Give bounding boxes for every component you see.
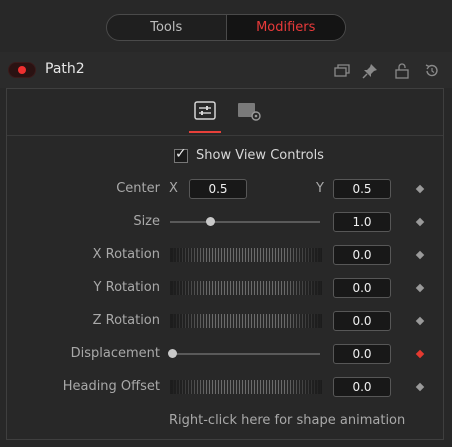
- tab-tools[interactable]: Tools: [107, 15, 227, 40]
- y-rotation-label: Y Rotation: [93, 280, 160, 295]
- size-keyframe-diamond[interactable]: [415, 217, 425, 227]
- inspector-tab-strip: Tools Modifiers: [106, 14, 346, 41]
- heading-offset-thumbwheel[interactable]: [170, 380, 322, 394]
- center-x-field[interactable]: 0.5: [189, 179, 247, 199]
- lock-icon[interactable]: [393, 62, 411, 80]
- node-name: Path2: [45, 61, 85, 77]
- controls-panel: Show View Controls Center X 0.5 Y 0.5 Si…: [6, 88, 444, 440]
- z-rotation-field[interactable]: 0.0: [333, 311, 391, 331]
- heading-offset-label: Heading Offset: [62, 379, 160, 394]
- show-view-controls-label: Show View Controls: [196, 148, 324, 163]
- y-rotation-thumbwheel[interactable]: [170, 281, 322, 295]
- pin-icon[interactable]: [361, 62, 379, 80]
- size-slider-track[interactable]: [170, 221, 320, 223]
- size-slider-knob[interactable]: [205, 217, 215, 226]
- size-field[interactable]: 1.0: [333, 212, 391, 232]
- settings-page-icon[interactable]: [235, 99, 263, 123]
- displacement-label: Displacement: [70, 346, 160, 361]
- z-rotation-keyframe-diamond[interactable]: [415, 316, 425, 326]
- controls-page-icon[interactable]: [191, 99, 219, 123]
- center-keyframe-diamond[interactable]: [415, 184, 425, 194]
- node-header: Path2: [0, 52, 452, 88]
- displacement-keyframe-diamond[interactable]: [415, 349, 425, 359]
- center-label: Center: [116, 181, 160, 196]
- displacement-slider-track[interactable]: [170, 353, 320, 355]
- center-y-label: Y: [316, 181, 324, 196]
- x-rotation-keyframe-diamond[interactable]: [415, 250, 425, 260]
- window-icon[interactable]: [333, 62, 351, 80]
- x-rotation-thumbwheel[interactable]: [170, 248, 322, 262]
- active-page-indicator: [189, 131, 221, 133]
- center-x-label: X: [169, 181, 178, 196]
- show-view-controls-checkbox[interactable]: [174, 146, 188, 163]
- heading-offset-field[interactable]: 0.0: [333, 377, 391, 397]
- shape-animation-hint[interactable]: Right-click here for shape animation: [169, 413, 405, 428]
- center-y-field[interactable]: 0.5: [333, 179, 391, 199]
- y-rotation-keyframe-diamond[interactable]: [415, 283, 425, 293]
- node-enable-toggle[interactable]: [8, 62, 36, 78]
- control-page-tabs: [7, 89, 443, 136]
- displacement-field[interactable]: 0.0: [333, 344, 391, 364]
- z-rotation-thumbwheel[interactable]: [170, 314, 322, 328]
- heading-offset-keyframe-diamond[interactable]: [415, 382, 425, 392]
- z-rotation-label: Z Rotation: [92, 313, 160, 328]
- tab-modifiers[interactable]: Modifiers: [226, 15, 345, 40]
- y-rotation-field[interactable]: 0.0: [333, 278, 391, 298]
- x-rotation-field[interactable]: 0.0: [333, 245, 391, 265]
- x-rotation-label: X Rotation: [92, 247, 160, 262]
- reset-icon[interactable]: [423, 62, 441, 80]
- size-label: Size: [133, 214, 160, 229]
- displacement-slider-knob[interactable]: [168, 349, 177, 358]
